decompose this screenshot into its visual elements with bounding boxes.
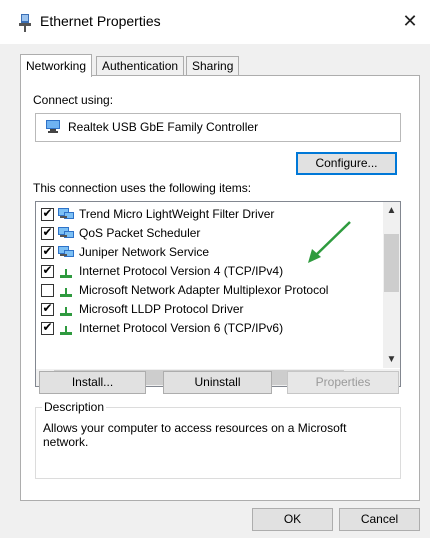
adapter-name: Realtek USB GbE Family Controller bbox=[68, 120, 259, 134]
title-bar: Ethernet Properties ✕ bbox=[0, 0, 430, 44]
description-legend: Description bbox=[42, 400, 107, 414]
item-checkbox[interactable] bbox=[41, 284, 54, 297]
list-item[interactable]: Microsoft Network Adapter Multiplexor Pr… bbox=[36, 281, 382, 300]
tab-sharing[interactable]: Sharing bbox=[186, 56, 240, 76]
networking-panel: Connect using: Realtek USB GbE Family Co… bbox=[20, 75, 420, 501]
tab-networking[interactable]: Networking bbox=[20, 54, 93, 77]
close-button[interactable]: ✕ bbox=[396, 8, 424, 34]
scroll-up-icon[interactable]: ▲ bbox=[383, 202, 400, 219]
checkmark-icon: ✔ bbox=[42, 206, 53, 220]
network-adapter-icon bbox=[46, 120, 60, 133]
configure-button[interactable]: Configure... bbox=[296, 152, 397, 175]
list-item[interactable]: ✔ Internet Protocol Version 6 (TCP/IPv6) bbox=[36, 319, 382, 338]
checkmark-icon: ✔ bbox=[42, 244, 53, 258]
list-item[interactable]: ✔ Juniper Network Service bbox=[36, 243, 382, 262]
network-client-icon bbox=[58, 208, 74, 219]
scroll-thumb[interactable] bbox=[384, 234, 399, 292]
adapter-field: Realtek USB GbE Family Controller bbox=[35, 113, 401, 142]
vertical-scrollbar[interactable]: ▲ ▼ bbox=[383, 202, 400, 368]
item-checkbox[interactable]: ✔ bbox=[41, 244, 54, 259]
item-label: Trend Micro LightWeight Filter Driver bbox=[79, 207, 275, 221]
item-label: Internet Protocol Version 4 (TCP/IPv4) bbox=[79, 264, 284, 278]
protocol-icon bbox=[60, 288, 72, 297]
item-label: QoS Packet Scheduler bbox=[79, 226, 201, 240]
protocol-icon bbox=[60, 307, 72, 316]
install-button[interactable]: Install... bbox=[39, 371, 146, 394]
item-label: Internet Protocol Version 6 (TCP/IPv6) bbox=[79, 321, 284, 335]
list-item[interactable]: ✔ Microsoft LLDP Protocol Driver bbox=[36, 300, 382, 319]
protocol-icon bbox=[60, 269, 72, 278]
network-client-icon bbox=[58, 227, 74, 238]
item-label: Juniper Network Service bbox=[79, 245, 210, 259]
item-label: Microsoft Network Adapter Multiplexor Pr… bbox=[79, 283, 329, 297]
window-title: Ethernet Properties bbox=[40, 13, 161, 29]
item-checkbox[interactable]: ✔ bbox=[41, 263, 54, 278]
list-item[interactable]: ✔ QoS Packet Scheduler bbox=[36, 224, 382, 243]
description-group: Description Allows your computer to acce… bbox=[35, 400, 401, 479]
connect-using-label: Connect using: bbox=[33, 93, 114, 107]
checkmark-icon: ✔ bbox=[42, 263, 53, 277]
items-list[interactable]: ✔ Trend Micro LightWeight Filter Driver … bbox=[35, 201, 401, 387]
checkmark-icon: ✔ bbox=[42, 301, 53, 315]
item-checkbox[interactable]: ✔ bbox=[41, 320, 54, 335]
list-item[interactable]: ✔ Internet Protocol Version 4 (TCP/IPv4) bbox=[36, 262, 382, 281]
item-checkbox[interactable]: ✔ bbox=[41, 225, 54, 240]
item-label: Microsoft LLDP Protocol Driver bbox=[79, 302, 244, 316]
network-adapter-icon bbox=[19, 14, 31, 32]
tab-authentication[interactable]: Authentication bbox=[96, 56, 185, 76]
network-client-icon bbox=[58, 246, 74, 257]
properties-button[interactable]: Properties bbox=[287, 371, 399, 394]
protocol-icon bbox=[60, 326, 72, 335]
item-checkbox[interactable]: ✔ bbox=[41, 301, 54, 316]
ethernet-properties-dialog: Ethernet Properties ✕ Networking Authent… bbox=[0, 0, 430, 538]
cancel-button[interactable]: Cancel bbox=[339, 508, 420, 531]
scroll-down-icon[interactable]: ▼ bbox=[383, 351, 400, 368]
items-label: This connection uses the following items… bbox=[33, 181, 252, 195]
uninstall-button[interactable]: Uninstall bbox=[163, 371, 272, 394]
description-text: Allows your computer to access resources… bbox=[43, 421, 347, 449]
checkmark-icon: ✔ bbox=[42, 320, 53, 334]
checkmark-icon: ✔ bbox=[42, 225, 53, 239]
ok-button[interactable]: OK bbox=[252, 508, 333, 531]
item-checkbox[interactable]: ✔ bbox=[41, 206, 54, 221]
list-item[interactable]: ✔ Trend Micro LightWeight Filter Driver bbox=[36, 205, 382, 224]
